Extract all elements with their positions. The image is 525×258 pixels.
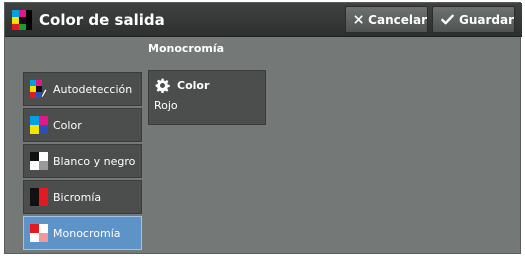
cancel-label: Cancelar — [368, 12, 427, 27]
color-setting-value: Rojo — [154, 99, 178, 112]
cancel-button[interactable]: Cancelar — [345, 6, 428, 33]
black-white-icon — [30, 152, 48, 170]
sidebar-item-label: Blanco y negro — [53, 154, 136, 168]
check-icon — [441, 14, 454, 25]
sidebar-item-label: Color — [53, 118, 82, 132]
save-label: Guardar — [458, 12, 514, 27]
two-color-icon — [30, 188, 48, 206]
sidebar-item-black-white[interactable]: Blanco y negro — [23, 144, 142, 178]
page-title: Color de salida — [39, 11, 165, 29]
sidebar-item-autodetect[interactable]: Autodetección — [23, 72, 142, 106]
sidebar-item-label: Monocromía — [53, 226, 121, 240]
gear-icon — [155, 78, 170, 93]
header-bar: Color de salida Cancelar Guardar — [5, 3, 522, 37]
color-setting-label: Color — [177, 79, 210, 92]
sidebar-item-single-color[interactable]: Monocromía — [23, 216, 142, 250]
save-button[interactable]: Guardar — [432, 6, 515, 33]
color-setting-button[interactable]: Color Rojo — [148, 70, 266, 125]
sidebar-item-label: Autodetección — [53, 82, 133, 96]
sidebar-item-label: Bicromía — [53, 190, 102, 204]
close-icon — [354, 15, 363, 24]
color-output-icon — [12, 10, 32, 30]
app-frame: Color de salida Cancelar Guardar Autodet… — [4, 2, 522, 254]
full-color-icon — [30, 116, 48, 134]
sidebar-item-two-color[interactable]: Bicromía — [23, 180, 142, 214]
single-color-icon — [30, 224, 48, 242]
section-title: Monocromía — [148, 42, 225, 55]
sidebar-item-color[interactable]: Color — [23, 108, 142, 142]
autodetect-icon — [30, 80, 48, 98]
